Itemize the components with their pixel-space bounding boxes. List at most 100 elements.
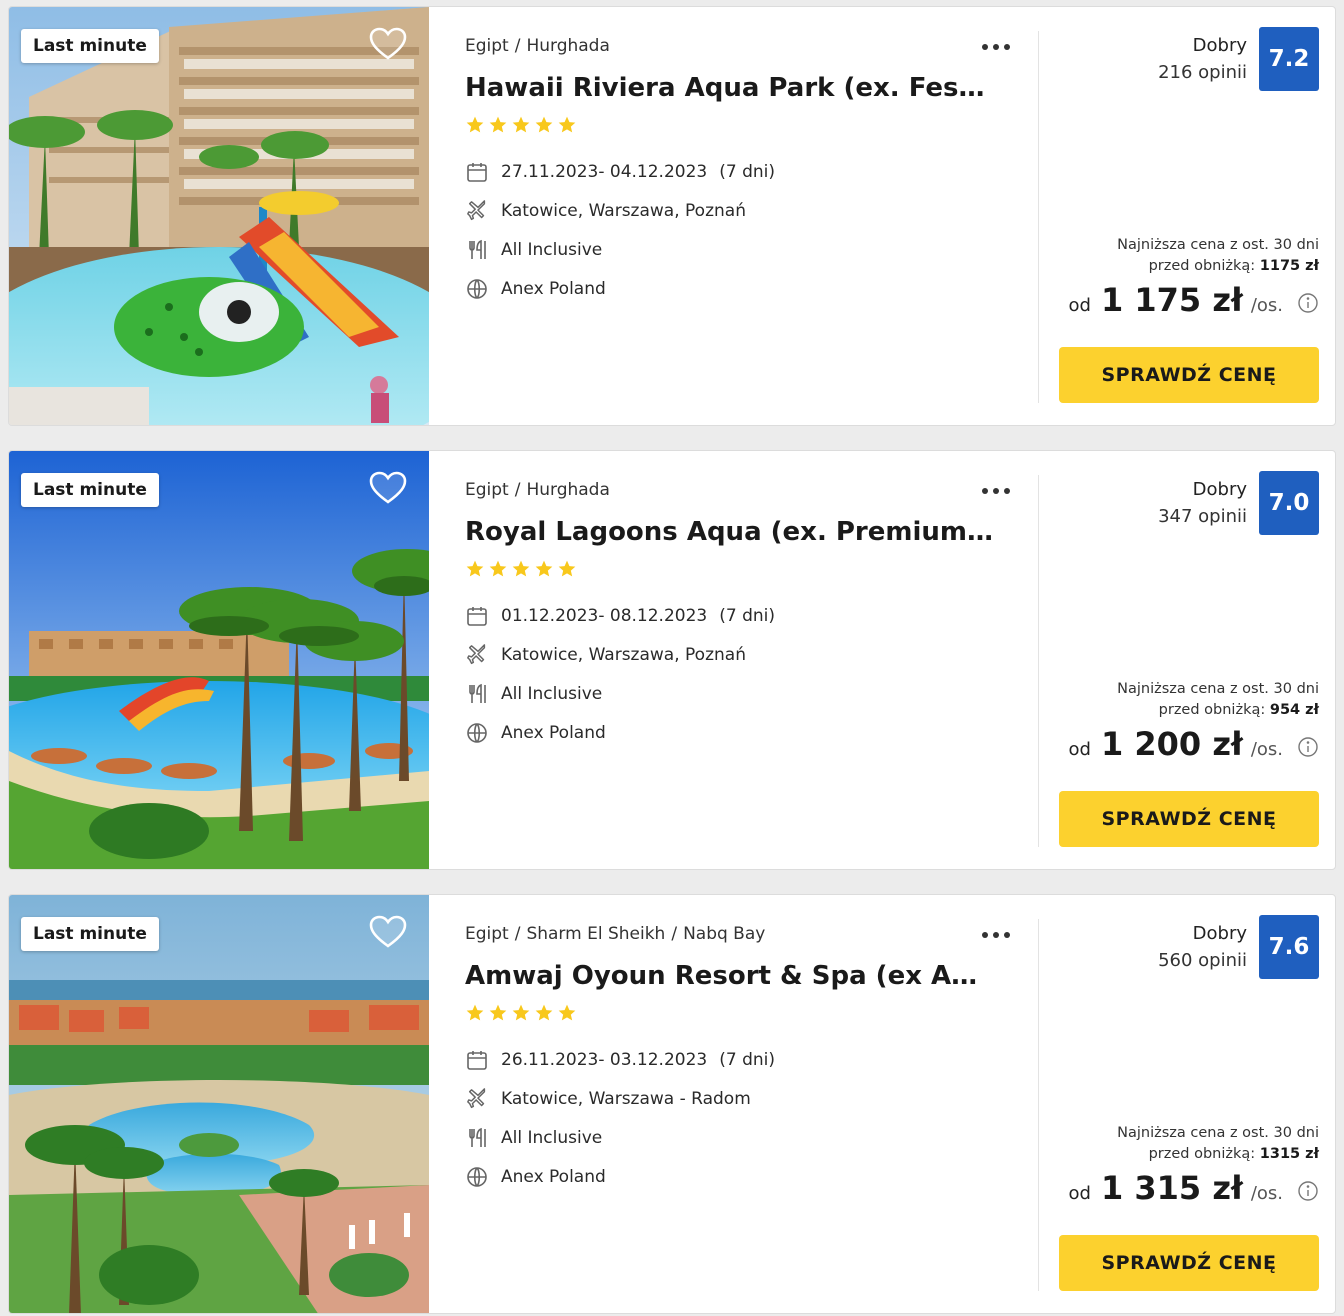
- info-icon[interactable]: [1297, 736, 1319, 758]
- hotel-name[interactable]: Hawaii Riviera Aqua Park (ex. Festiva…: [465, 73, 995, 103]
- globe-icon: [465, 721, 489, 745]
- favorite-heart-icon[interactable]: [369, 915, 407, 949]
- hotel-photo-image: [9, 7, 429, 425]
- price-line: od 1 175 zł /os.: [1069, 281, 1319, 325]
- breadcrumb-separator: /: [514, 924, 521, 944]
- favorite-heart-icon[interactable]: [369, 27, 407, 61]
- lowest-price-value: 954 zł: [1269, 702, 1319, 718]
- star-icon: [466, 1004, 484, 1021]
- plane-icon: [465, 199, 489, 223]
- rating-label: Dobry: [1192, 479, 1247, 500]
- dates-row: 27.11.2023- 04.12.2023 (7 dni): [465, 159, 775, 185]
- info-icon[interactable]: [1297, 292, 1319, 314]
- breadcrumb-separator: /: [514, 480, 521, 500]
- offer-info: Egipt / Hurghada Hawaii Riviera Aqua Park …: [465, 7, 1025, 425]
- price-prefix: od: [1068, 295, 1091, 316]
- hotel-photo-image: [9, 895, 429, 1313]
- lowest-price-label: przed obniżką:: [1148, 1146, 1256, 1162]
- dates-row: 01.12.2023- 08.12.2023 (7 dni): [465, 603, 775, 629]
- star-icon: [489, 1004, 507, 1021]
- rating-label: Dobry: [1192, 35, 1247, 56]
- cutlery-icon: [465, 682, 489, 706]
- star-icon: [466, 116, 484, 133]
- star-icon: [535, 560, 553, 577]
- trip-duration: (7 dni): [719, 1050, 775, 1070]
- travel-dates: 26.11.2023- 03.12.2023: [501, 1050, 708, 1070]
- more-options-icon[interactable]: [981, 481, 1011, 501]
- board-row: All Inclusive: [465, 1125, 602, 1151]
- lowest-price-label: przed obniżką:: [1158, 702, 1266, 718]
- star-icon: [558, 1004, 576, 1021]
- lowest-price-line1: Najniższa cena z ost. 30 dni: [1117, 681, 1319, 697]
- departure-airports: Katowice, Warszawa, Poznań: [501, 201, 746, 221]
- operator-row: Anex Poland: [465, 720, 606, 746]
- offer-card[interactable]: Last minute Egipt / Sharm El Sheikh / Nabq B…: [8, 894, 1336, 1314]
- price-prefix: od: [1068, 1183, 1091, 1204]
- star-icon: [558, 560, 576, 577]
- reviews-count[interactable]: 216 opinii: [1158, 62, 1247, 83]
- check-price-button[interactable]: SPRAWDŹ CENĘ: [1059, 347, 1319, 403]
- more-options-icon[interactable]: [981, 925, 1011, 945]
- divider: [1038, 475, 1039, 847]
- hotel-photo[interactable]: Last minute: [9, 451, 429, 869]
- trip-duration: (7 dni): [719, 162, 775, 182]
- reviews-count[interactable]: 560 opinii: [1158, 950, 1247, 971]
- hotel-stars: [465, 1003, 580, 1027]
- hotel-name[interactable]: Amwaj Oyoun Resort & Spa (ex AA A…: [465, 961, 995, 991]
- lowest-price-line1: Najniższa cena z ost. 30 dni: [1117, 237, 1319, 253]
- calendar-icon: [465, 1048, 489, 1072]
- trip-duration: (7 dni): [719, 606, 775, 626]
- hotel-photo-image: [9, 451, 429, 869]
- price-suffix: /os.: [1250, 295, 1283, 316]
- breadcrumb-country[interactable]: Egipt: [465, 36, 509, 56]
- departure-row: Katowice, Warszawa - Radom: [465, 1086, 751, 1112]
- breadcrumb-country[interactable]: Egipt: [465, 924, 509, 944]
- rating-score: 7.6: [1259, 915, 1319, 979]
- star-icon: [466, 560, 484, 577]
- offer-card[interactable]: Last minute Egipt / Hurghada Hawaii Rivier…: [8, 6, 1336, 426]
- price-suffix: /os.: [1250, 739, 1283, 760]
- price-amount: 1 315 zł: [1100, 1169, 1243, 1207]
- check-price-button[interactable]: SPRAWDŹ CENĘ: [1059, 1235, 1319, 1291]
- divider: [1038, 31, 1039, 403]
- dates-row: 26.11.2023- 03.12.2023 (7 dni): [465, 1047, 775, 1073]
- breadcrumb-region[interactable]: Hurghada: [526, 36, 609, 56]
- last-minute-badge: Last minute: [21, 917, 159, 951]
- breadcrumb-separator: /: [514, 36, 521, 56]
- check-price-button[interactable]: SPRAWDŹ CENĘ: [1059, 791, 1319, 847]
- hotel-stars: [465, 115, 580, 139]
- offer-info: Egipt / Sharm El Sheikh / Nabq Bay Amwaj Oyo…: [465, 895, 1025, 1313]
- info-icon[interactable]: [1297, 1180, 1319, 1202]
- breadcrumb-country[interactable]: Egipt: [465, 480, 509, 500]
- breadcrumb-region[interactable]: Hurghada: [526, 480, 609, 500]
- lowest-price-line2: przed obniżką: 1315 zł: [1117, 1144, 1319, 1165]
- departure-row: Katowice, Warszawa, Poznań: [465, 198, 746, 224]
- globe-icon: [465, 1165, 489, 1189]
- last-minute-badge: Last minute: [21, 29, 159, 63]
- hotel-photo[interactable]: Last minute: [9, 7, 429, 425]
- price-column: Dobry 560 opinii 7.6 Najniższa cena z os…: [1049, 895, 1319, 1313]
- hotel-name[interactable]: Royal Lagoons Aqua (ex. Premium Bl…: [465, 517, 995, 547]
- hotel-photo[interactable]: Last minute: [9, 895, 429, 1313]
- star-icon: [512, 116, 530, 133]
- reviews-count[interactable]: 347 opinii: [1158, 506, 1247, 527]
- tour-operator: Anex Poland: [501, 1167, 606, 1187]
- price-amount: 1 175 zł: [1100, 281, 1243, 319]
- star-icon: [489, 116, 507, 133]
- favorite-heart-icon[interactable]: [369, 471, 407, 505]
- calendar-icon: [465, 160, 489, 184]
- lowest-price-line2: przed obniżką: 1175 zł: [1117, 256, 1319, 277]
- star-icon: [489, 560, 507, 577]
- breadcrumb-area[interactable]: Nabq Bay: [683, 924, 765, 944]
- board-type: All Inclusive: [501, 1128, 603, 1148]
- location-breadcrumb: Egipt / Hurghada: [465, 36, 610, 56]
- cutlery-icon: [465, 1126, 489, 1150]
- breadcrumb-region[interactable]: Sharm El Sheikh: [526, 924, 665, 944]
- offer-card[interactable]: Last minute Egipt / Hurghada Royal Lagoons…: [8, 450, 1336, 870]
- star-icon: [535, 116, 553, 133]
- departure-row: Katowice, Warszawa, Poznań: [465, 642, 746, 668]
- rating-score: 7.2: [1259, 27, 1319, 91]
- operator-row: Anex Poland: [465, 276, 606, 302]
- tour-operator: Anex Poland: [501, 723, 606, 743]
- more-options-icon[interactable]: [981, 37, 1011, 57]
